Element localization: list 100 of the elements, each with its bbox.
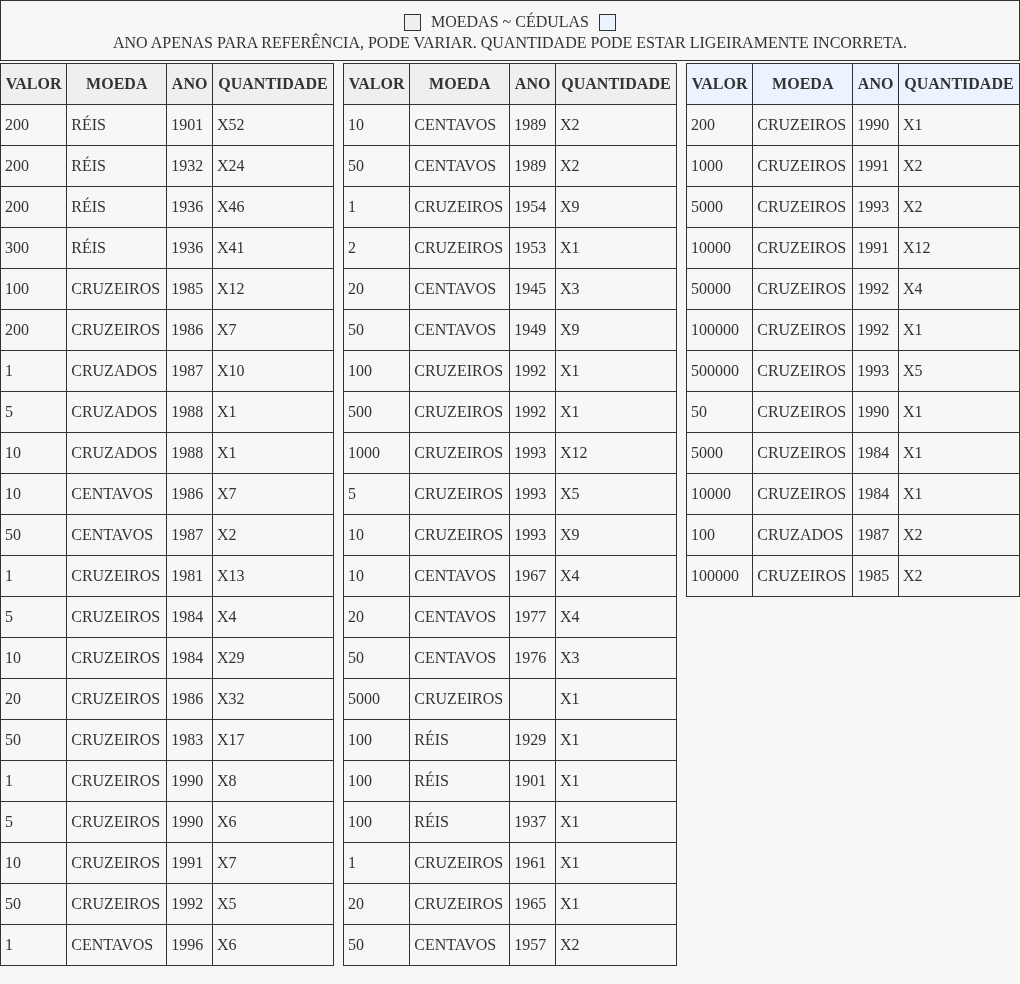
table-cell: X1 [212, 391, 334, 433]
table-cell: CENTAVOS [409, 555, 510, 597]
table-cell: CRUZEIROS [752, 227, 853, 269]
table-cell: 1967 [509, 555, 556, 597]
table-cell: 1990 [852, 104, 899, 146]
table-cell: X1 [898, 473, 1020, 515]
table-cell: X1 [212, 432, 334, 474]
table-cell: 1996 [166, 924, 213, 966]
table-cell: 1965 [509, 883, 556, 925]
table-cell: 1936 [166, 186, 213, 228]
table-cell: CRUZEIROS [66, 268, 167, 310]
table-cell: 500 [343, 391, 410, 433]
table-cell: X52 [212, 104, 334, 146]
table-cell: CENTAVOS [409, 104, 510, 146]
table-cell: CENTAVOS [66, 924, 167, 966]
table-cell: CRUZADOS [752, 514, 853, 556]
table-cell: CENTAVOS [409, 268, 510, 310]
table-cell: 1 [343, 842, 410, 884]
table-cell: CRUZEIROS [409, 432, 510, 474]
table-cell: 5000 [686, 432, 753, 474]
table-cell: 1954 [509, 186, 556, 228]
table-cell: CRUZEIROS [409, 350, 510, 392]
table-cell: CRUZADOS [66, 432, 167, 474]
table-cell: X3 [555, 268, 677, 310]
table-cell: 100000 [686, 555, 753, 597]
table-cell: CRUZEIROS [409, 514, 510, 556]
table-cell: X2 [555, 924, 677, 966]
table-cell: X2 [898, 514, 1020, 556]
table-cell: CENTAVOS [409, 637, 510, 679]
table-cell: 1986 [166, 309, 213, 351]
table-cell: X1 [555, 801, 677, 843]
table-cell: 1991 [852, 145, 899, 187]
table-cell: CRUZEIROS [409, 186, 510, 228]
table-cell: 1992 [509, 350, 556, 392]
table-cell: X1 [898, 391, 1020, 433]
table-cell: X1 [898, 309, 1020, 351]
table-cell: CRUZEIROS [66, 760, 167, 802]
table-cell: 1988 [166, 391, 213, 433]
table-cell: 10 [0, 842, 67, 884]
table-cell: 1 [0, 760, 67, 802]
table-cell: 1989 [509, 104, 556, 146]
table-cell: 1932 [166, 145, 213, 187]
table-cell: 1991 [166, 842, 213, 884]
table-cell: X4 [555, 596, 677, 638]
table-cell: 50 [343, 145, 410, 187]
table-cell: 1 [0, 555, 67, 597]
table-cell: CRUZADOS [66, 391, 167, 433]
table-cell: 1000 [686, 145, 753, 187]
column-header: MOEDA [409, 63, 510, 105]
table-cell: X1 [555, 678, 677, 720]
column-header: VALOR [343, 63, 410, 105]
table-cell: 1992 [166, 883, 213, 925]
column-header: QUANTIDADE [898, 63, 1020, 105]
table-cell: 1992 [852, 268, 899, 310]
table-cell: 1986 [166, 678, 213, 720]
table-cell: 1929 [509, 719, 556, 761]
table-cell: 5000 [343, 678, 410, 720]
table-cell: CRUZEIROS [409, 473, 510, 515]
table-cell: 1987 [166, 514, 213, 556]
table-cell: 1993 [509, 514, 556, 556]
table-cell: X13 [212, 555, 334, 597]
table-cell: 1988 [166, 432, 213, 474]
table-cell: 1990 [166, 760, 213, 802]
table-cell: CRUZEIROS [752, 145, 853, 187]
table-cell: 1992 [852, 309, 899, 351]
table-cell: 10000 [686, 227, 753, 269]
table-cell: 10 [0, 637, 67, 679]
table-cell: X1 [555, 760, 677, 802]
table-cell: 50 [0, 883, 67, 925]
table-cell: 1984 [852, 473, 899, 515]
table-cell: X46 [212, 186, 334, 228]
table-cell: 1953 [509, 227, 556, 269]
table-cell: X4 [555, 555, 677, 597]
table-cell: RÉIS [409, 801, 510, 843]
table-cell: 20 [0, 678, 67, 720]
table-cell: X29 [212, 637, 334, 679]
table-cell: 1 [0, 350, 67, 392]
table-cell: X7 [212, 842, 334, 884]
table-cell: 1993 [509, 432, 556, 474]
table-cell: 100 [343, 350, 410, 392]
table-cell: CENTAVOS [409, 145, 510, 187]
table-cell: X2 [898, 186, 1020, 228]
table-cell: 100 [343, 719, 410, 761]
table-cell: 200 [0, 309, 67, 351]
table-cell: CRUZEIROS [409, 842, 510, 884]
table-cell: 1984 [166, 596, 213, 638]
column-header: MOEDA [66, 63, 167, 105]
table-cell: 1987 [166, 350, 213, 392]
table-cell: X24 [212, 145, 334, 187]
table-cell: X2 [555, 104, 677, 146]
table-cell: 1985 [166, 268, 213, 310]
table-cell: CRUZEIROS [409, 391, 510, 433]
table-cell: RÉIS [66, 145, 167, 187]
table-cell: X2 [212, 514, 334, 556]
column-header: QUANTIDADE [212, 63, 334, 105]
table-cell: X1 [555, 719, 677, 761]
column-header: QUANTIDADE [555, 63, 677, 105]
table-cell: X2 [898, 145, 1020, 187]
table-cell: 50 [0, 514, 67, 556]
table-cell: CRUZEIROS [752, 350, 853, 392]
